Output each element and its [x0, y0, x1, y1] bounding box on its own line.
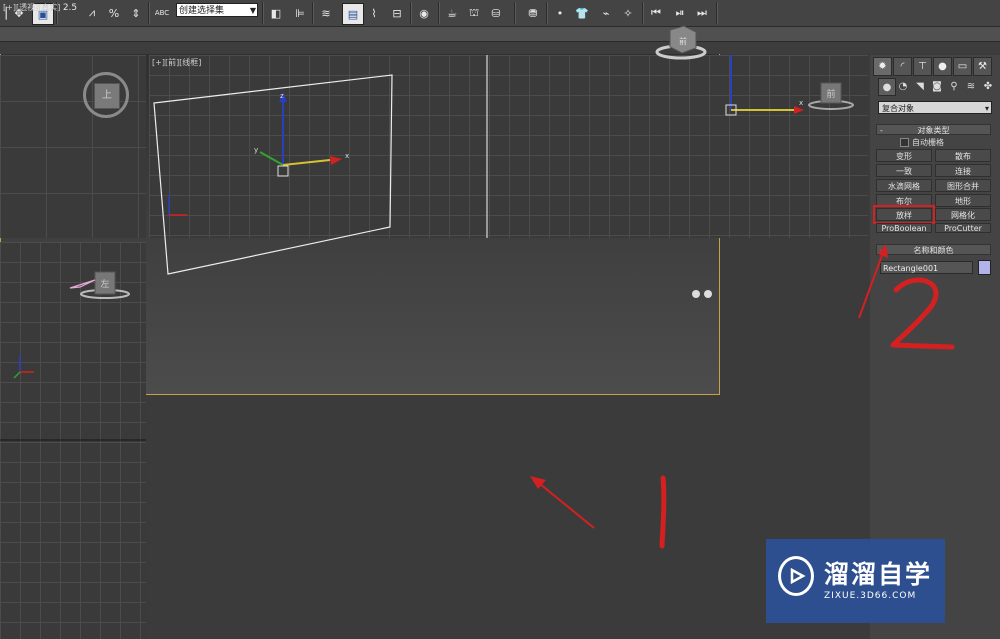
blobmesh-button[interactable]: 水滴网格 [876, 179, 932, 192]
viewcube-front-label: 前 [826, 88, 835, 100]
mark-one [659, 475, 667, 549]
rollout-collapse-icon: - [880, 246, 883, 255]
boolean-button[interactable]: 布尔 [876, 194, 932, 207]
category-value: 复合对象 [882, 104, 914, 113]
gizmo-x-arrow [794, 106, 804, 114]
persp-gizmo-x-arrow [330, 156, 342, 165]
modify-tab-icon[interactable]: ◜ [893, 57, 912, 76]
scatter-button[interactable]: 散布 [935, 149, 991, 162]
connect-button[interactable]: 连接 [935, 164, 991, 177]
watermark-url: ZIXUE.3D66.COM [824, 591, 917, 601]
display-tab-icon[interactable]: ▭ [953, 57, 972, 76]
motion-tab-icon[interactable]: ● [933, 57, 952, 76]
object-color-swatch[interactable] [978, 260, 991, 275]
persp-gizmo-center [277, 165, 289, 177]
object-type-header-label: 对象类型 [917, 126, 950, 135]
spacewarps-sub-icon[interactable]: ≋ [963, 78, 979, 94]
hierarchy-tab-icon[interactable]: ⊤ [913, 57, 932, 76]
rollout-collapse-icon: - [880, 126, 883, 135]
camera-object [69, 279, 96, 289]
viewport-perspective[interactable]: [+][透视][真实] x y z 前 [0, 0, 720, 395]
chevron-down-icon: ▾ [984, 104, 989, 113]
geometry-sub-icon[interactable]: ● [878, 78, 896, 96]
utilities-tab-icon[interactable]: ⚒ [973, 57, 992, 76]
play-logo-icon [778, 556, 814, 596]
category-dropdown[interactable]: 复合对象 ▾ [878, 101, 992, 114]
persp-gizmo-x-label: x [345, 152, 349, 160]
watermark-logo: 溜溜自学 ZIXUE.3D66.COM [766, 539, 945, 623]
nav-dot-2 [704, 290, 712, 298]
persp-world-axis-y [13, 371, 21, 379]
name-color-header-label: 名称和颜色 [913, 246, 954, 255]
terrain-button[interactable]: 地形 [935, 194, 991, 207]
procutter-button[interactable]: ProCutter [935, 223, 991, 233]
persp-gizmo-z-label: z [280, 92, 284, 100]
perspective-viewport-overlay: x y z 前 [13, 25, 712, 379]
lights-sub-icon[interactable]: ◥ [912, 78, 928, 94]
mesher-button[interactable]: 网格化 [935, 208, 991, 221]
shapes-sub-icon[interactable]: ◔ [895, 78, 911, 94]
proboolean-button[interactable]: ProBoolean [876, 223, 932, 233]
object-name-field[interactable]: Rectangle001 [880, 261, 973, 274]
persp-gizmo-x [282, 159, 331, 166]
morph-button[interactable]: 变形 [876, 149, 932, 162]
gizmo-x-label: x [799, 99, 803, 107]
shapemerge-button[interactable]: 图形合并 [935, 179, 991, 192]
autogrid-label: 自动栅格 [912, 138, 944, 147]
persp-gizmo-y-label: y [254, 146, 258, 154]
conform-button[interactable]: 一致 [876, 164, 932, 177]
name-color-rollout-header[interactable]: - 名称和颜色 [876, 244, 991, 255]
loft-button[interactable]: 放样 [873, 205, 935, 224]
checkbox-box [900, 138, 909, 147]
arrow-to-rectangle [533, 478, 595, 529]
viewcube-persp-label: 前 [679, 36, 687, 46]
autogrid-checkbox[interactable]: 自动栅格 [900, 137, 944, 148]
watermark-title: 溜溜自学 [824, 560, 933, 589]
rectangle001-shape [153, 74, 393, 275]
nav-dot-1 [692, 290, 700, 298]
create-tab-icon[interactable]: ✹ [873, 57, 892, 76]
cameras-sub-icon[interactable]: ◙ [929, 78, 945, 94]
arrow-to-rectangle-head [530, 476, 546, 489]
helpers-sub-icon[interactable]: ⚲ [946, 78, 962, 94]
persp-gizmo-y [259, 151, 284, 166]
object-type-rollout-header[interactable]: - 对象类型 [876, 124, 991, 135]
systems-sub-icon[interactable]: ✤ [980, 78, 996, 94]
